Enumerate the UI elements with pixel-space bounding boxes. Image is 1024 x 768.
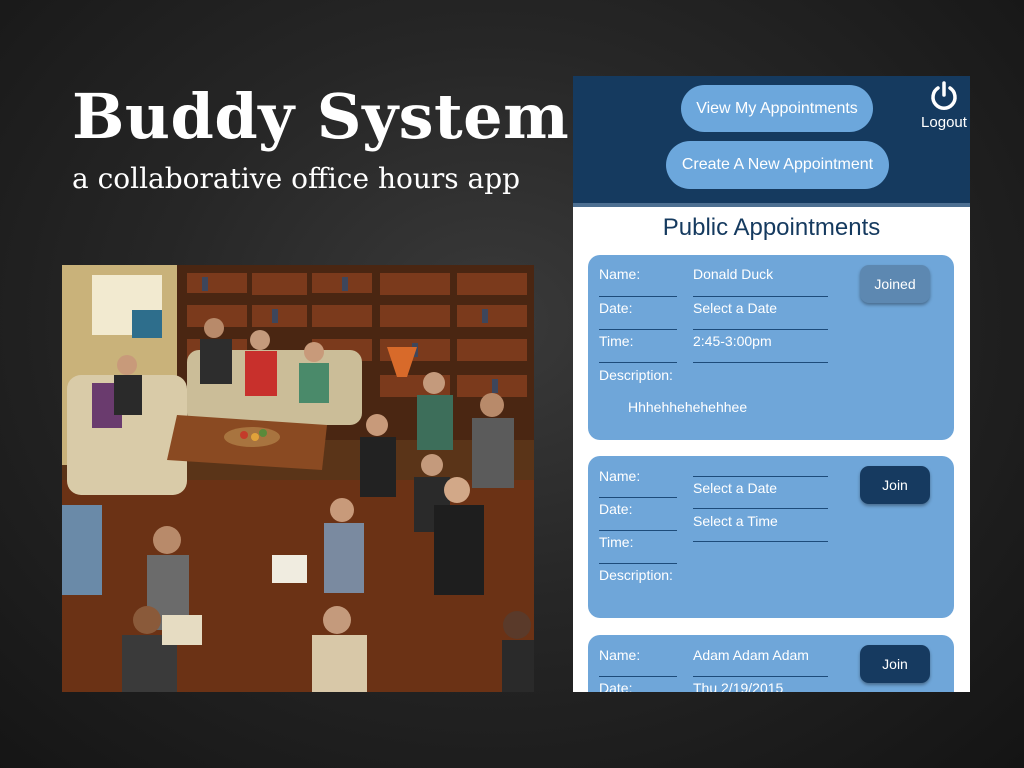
time-label: Time: xyxy=(599,534,634,550)
slide-title: Buddy System xyxy=(72,80,570,153)
create-appointment-button[interactable]: Create A New Appointment xyxy=(666,141,889,189)
date-value[interactable]: Select a Date xyxy=(693,480,777,496)
appointment-card: Name: Donald Duck Date: Select a Date Ti… xyxy=(588,255,954,440)
logout-button[interactable]: Logout xyxy=(916,80,970,131)
logout-label: Logout xyxy=(921,114,967,131)
app-header: View My Appointments Create A New Appoin… xyxy=(573,76,970,207)
name-value: Donald Duck xyxy=(693,266,774,282)
appointment-card: Name: Adam Adam Adam Date: Thu 2/19/2015… xyxy=(588,635,954,692)
description-value: Hhhehhehehehhee xyxy=(628,399,748,415)
date-value[interactable]: Thu 2/19/2015 xyxy=(693,680,783,692)
join-button[interactable]: Join xyxy=(860,645,930,683)
group-photo xyxy=(62,265,534,692)
name-label: Name: xyxy=(599,647,641,663)
name-label: Name: xyxy=(599,468,641,484)
description-label: Description: xyxy=(599,367,673,383)
public-appointments-title: Public Appointments xyxy=(662,214,881,241)
view-appointments-button[interactable]: View My Appointments xyxy=(681,85,873,132)
join-button[interactable]: Join xyxy=(860,466,930,504)
time-value[interactable]: Select a Time xyxy=(693,513,778,529)
power-icon xyxy=(931,81,957,110)
time-label: Time: xyxy=(599,333,634,349)
joined-button[interactable]: Joined xyxy=(860,265,930,303)
name-label: Name: xyxy=(599,266,641,282)
time-value[interactable]: 2:45-3:00pm xyxy=(693,333,772,349)
date-label: Date: xyxy=(599,300,633,316)
name-value: Adam Adam Adam xyxy=(693,647,809,663)
date-label: Date: xyxy=(599,501,633,517)
appointment-card: Name: Select a Date Date: Select a Time … xyxy=(588,456,954,618)
description-label: Description: xyxy=(599,567,673,583)
app-screenshot: View My Appointments Create A New Appoin… xyxy=(573,76,970,692)
date-label: Date: xyxy=(599,680,633,692)
slide-subtitle: a collaborative office hours app xyxy=(72,162,521,195)
date-value[interactable]: Select a Date xyxy=(693,300,777,316)
